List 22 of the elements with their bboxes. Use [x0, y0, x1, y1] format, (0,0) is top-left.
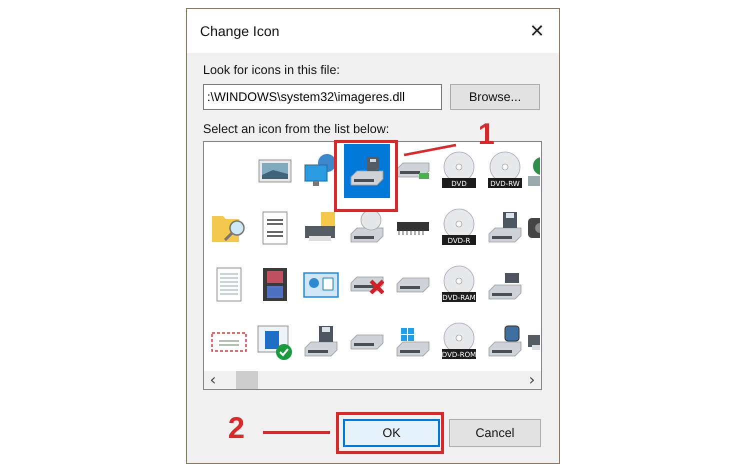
chip-icon — [396, 220, 430, 236]
cancel-button[interactable]: Cancel — [449, 419, 541, 447]
file-path-field[interactable]: :\WINDOWS\system32\imageres.dll — [203, 84, 442, 110]
scroll-thumb[interactable] — [236, 371, 258, 389]
drive-icon — [350, 276, 384, 294]
list-label: Select an icon from the list below: — [203, 122, 390, 136]
step-number: 2 — [228, 414, 245, 444]
close-button[interactable]: ✕ — [515, 9, 559, 53]
scroll-right-button[interactable]: › — [523, 371, 541, 389]
drive-icon — [396, 277, 430, 293]
annotation-line — [263, 431, 330, 434]
icon-item[interactable] — [344, 144, 390, 198]
browse-button[interactable]: Browse... — [450, 84, 540, 110]
file-label: Look for icons in this file: — [203, 63, 340, 77]
horizontal-scrollbar[interactable]: ‹ › — [204, 371, 541, 389]
highlight-frame — [334, 140, 398, 212]
ok-button[interactable]: OK — [343, 419, 440, 447]
scroll-left-button[interactable]: ‹ — [204, 371, 222, 389]
annotation-line — [402, 142, 458, 158]
drive-icon — [396, 162, 430, 180]
drive-icon — [350, 334, 384, 350]
window-title: Change Icon — [200, 23, 280, 39]
